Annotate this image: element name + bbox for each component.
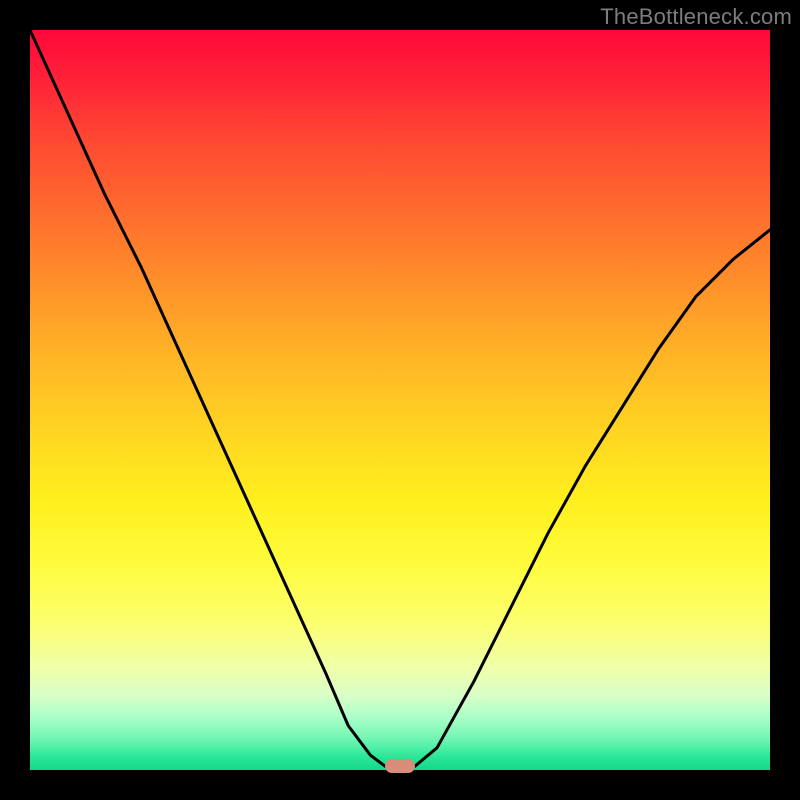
curve-svg xyxy=(30,30,770,770)
chart-frame: TheBottleneck.com xyxy=(0,0,800,800)
plot-area xyxy=(30,30,770,770)
bottleneck-curve xyxy=(30,30,770,770)
watermark-text: TheBottleneck.com xyxy=(600,4,792,30)
optimal-marker xyxy=(385,759,415,773)
